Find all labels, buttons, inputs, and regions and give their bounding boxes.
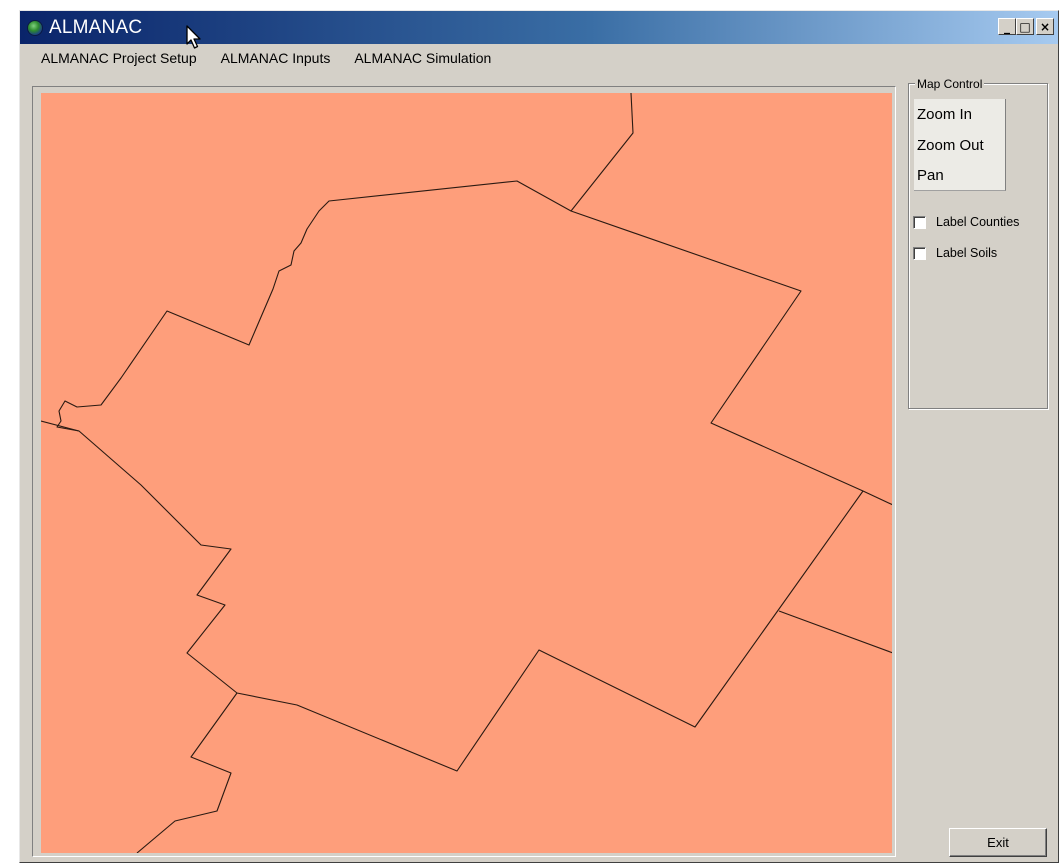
- pan-button[interactable]: Pan: [914, 161, 1006, 191]
- menu-inputs[interactable]: ALMANAC Inputs: [209, 50, 343, 66]
- zoom-out-button[interactable]: Zoom Out: [914, 130, 1006, 161]
- menu-simulation[interactable]: ALMANAC Simulation: [342, 50, 503, 66]
- county-boundary: [136, 692, 238, 853]
- map-canvas[interactable]: [41, 93, 892, 853]
- label-counties-checkbox[interactable]: [913, 215, 926, 229]
- menu-project-setup[interactable]: ALMANAC Project Setup: [20, 50, 209, 66]
- map-control-title: Map Control: [915, 77, 985, 91]
- globe-icon: [27, 19, 43, 36]
- exit-label: Exit: [987, 835, 1009, 850]
- map-control-group: Map Control Zoom In Zoom Out Pan Label C…: [908, 77, 1048, 409]
- county-boundary: [56, 93, 864, 772]
- minimize-button[interactable]: _: [998, 18, 1016, 35]
- map-frame: [32, 86, 896, 857]
- maximize-button[interactable]: □: [1016, 18, 1034, 35]
- window-controls: _ □ ×: [998, 18, 1054, 35]
- zoom-in-button[interactable]: Zoom In: [914, 99, 1006, 130]
- label-counties-text: Label Counties: [936, 215, 1020, 229]
- county-boundary: [862, 490, 892, 506]
- label-soils-row[interactable]: Label Soils: [913, 246, 997, 260]
- title-bar[interactable]: ALMANAC _ □ ×: [20, 11, 1058, 44]
- label-soils-text: Label Soils: [936, 246, 998, 260]
- label-soils-checkbox[interactable]: [913, 246, 926, 260]
- window-title: ALMANAC: [49, 16, 143, 38]
- minimize-icon: _: [1004, 19, 1010, 34]
- county-boundaries-map: [41, 93, 892, 853]
- almanac-window: ALMANAC _ □ × ALMANAC Project Setup ALMA…: [19, 10, 1059, 863]
- maximize-icon: □: [1019, 19, 1031, 34]
- exit-button[interactable]: Exit: [949, 828, 1047, 857]
- menu-bar: ALMANAC Project Setup ALMANAC Inputs ALM…: [20, 46, 1058, 70]
- label-counties-row[interactable]: Label Counties: [913, 215, 1019, 229]
- county-boundary: [778, 610, 892, 654]
- close-icon: ×: [1039, 19, 1051, 34]
- close-button[interactable]: ×: [1036, 18, 1054, 35]
